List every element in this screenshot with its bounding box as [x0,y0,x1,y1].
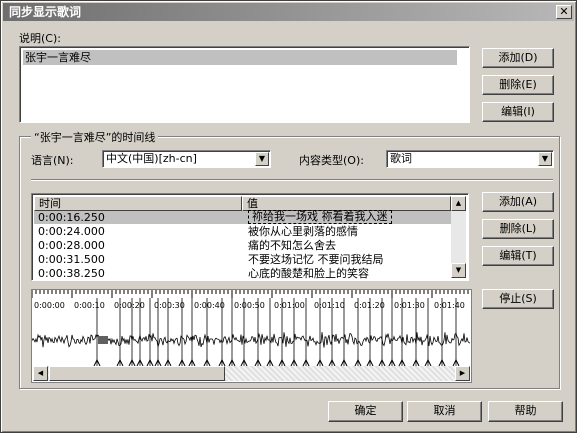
language-label: 语言(N): [31,154,74,167]
divider [31,179,553,181]
delete-description-button[interactable]: 删除(E) [482,75,554,95]
language-select[interactable]: 中文(中国)[zh-cn] ▼ [102,150,271,168]
lyrics-sync-dialog: 同步显示歌词 ✕ 说明(C): 张宇一言难尽 添加(D) 删除(E) 编辑(I)… [0,0,577,433]
scroll-right-icon[interactable]: ▶ [455,366,470,381]
add-description-button[interactable]: 添加(D) [482,48,554,68]
description-item[interactable]: 张宇一言难尽 [23,50,457,65]
column-header-time[interactable]: 时间 [34,196,242,211]
timeline-table[interactable]: 时间 值 0:00:16.250 祢给我一场戏 祢看着我入迷 0:00:24.000… [31,193,469,281]
row-time: 0:00:31.500 [38,253,105,266]
playhead[interactable] [98,336,108,344]
row-time: 0:00:16.250 [38,211,105,224]
chevron-down-icon[interactable]: ▼ [538,152,552,166]
ruler-label: 0:00:10 [74,301,105,310]
ruler-label: 0:01:30 [394,301,425,310]
add-entry-button[interactable]: 添加(A) [482,192,554,212]
content-type-label: 内容类型(O): [299,154,364,167]
scroll-up-icon[interactable]: ▲ [451,196,466,211]
edit-entry-button[interactable]: 编辑(T) [482,246,554,266]
title-bar: 同步显示歌词 ✕ [3,3,574,21]
description-label: 说明(C): [19,32,61,45]
timeline-group-title: “张宇一言难尽”的时间线 [31,129,159,145]
ruler-label: 0:00:50 [234,301,265,310]
ruler-label: 0:00:00 [34,301,65,310]
ruler-label: 0:00:40 [194,301,225,310]
ruler-label: 0:01:00 [274,301,305,310]
help-button[interactable]: 帮助 [488,401,563,422]
ruler-label: 0:01:10 [314,301,345,310]
waveform[interactable]: 0:00:00 0:00:10 0:00:20 0:00:30 0:00:40 0:00:… [32,290,471,366]
row-time: 0:00:38.250 [38,267,105,280]
content-type-select[interactable]: 歌词 ▼ [386,150,554,168]
horizontal-scrollbar[interactable]: ◀ ▶ [33,366,470,381]
scroll-left-icon[interactable]: ◀ [33,366,48,381]
row-time: 0:00:28.000 [38,239,105,252]
column-header-value[interactable]: 值 [242,196,451,211]
cancel-button[interactable]: 取消 [407,401,482,422]
chevron-down-icon[interactable]: ▼ [255,152,269,166]
ruler-label: 0:00:30 [154,301,185,310]
waveform-panel[interactable]: 0:00:00 0:00:10 0:00:20 0:00:30 0:00:40 0:00:… [31,289,472,383]
row-value: 心底的酸楚和脸上的笑容 [248,267,369,280]
edit-description-button[interactable]: 编辑(I) [482,102,554,122]
language-value: 中文(中国)[zh-cn] [106,152,197,165]
row-value: 被你从心里剥落的感情 [248,225,358,238]
ruler-label: 0:01:40 [434,301,465,310]
table-row[interactable]: 0:00:16.250 祢给我一场戏 祢看着我入迷 [34,210,454,224]
row-value: 不要这场记忆 不要问我结局 [248,253,384,266]
description-list[interactable]: 张宇一言难尽 [19,46,470,123]
scroll-down-icon[interactable]: ▼ [451,263,466,278]
scroll-thumb[interactable] [49,366,225,381]
row-time: 0:00:24.000 [38,225,105,238]
stop-button[interactable]: 停止(S) [482,289,554,309]
vertical-scrollbar[interactable]: ▲ ▼ [451,196,466,278]
row-value: 痛的不知怎么舍去 [248,239,336,252]
ok-button[interactable]: 确定 [328,401,403,422]
delete-entry-button[interactable]: 删除(L) [482,219,554,239]
window-title: 同步显示歌词 [9,5,82,19]
row-value: 祢给我一场戏 祢看着我入迷 [248,210,392,224]
close-icon: ✕ [559,5,569,18]
waveform-trace [32,332,471,349]
close-button[interactable]: ✕ [556,5,572,19]
ruler-label: 0:01:20 [354,301,385,310]
content-type-value: 歌词 [390,152,412,165]
